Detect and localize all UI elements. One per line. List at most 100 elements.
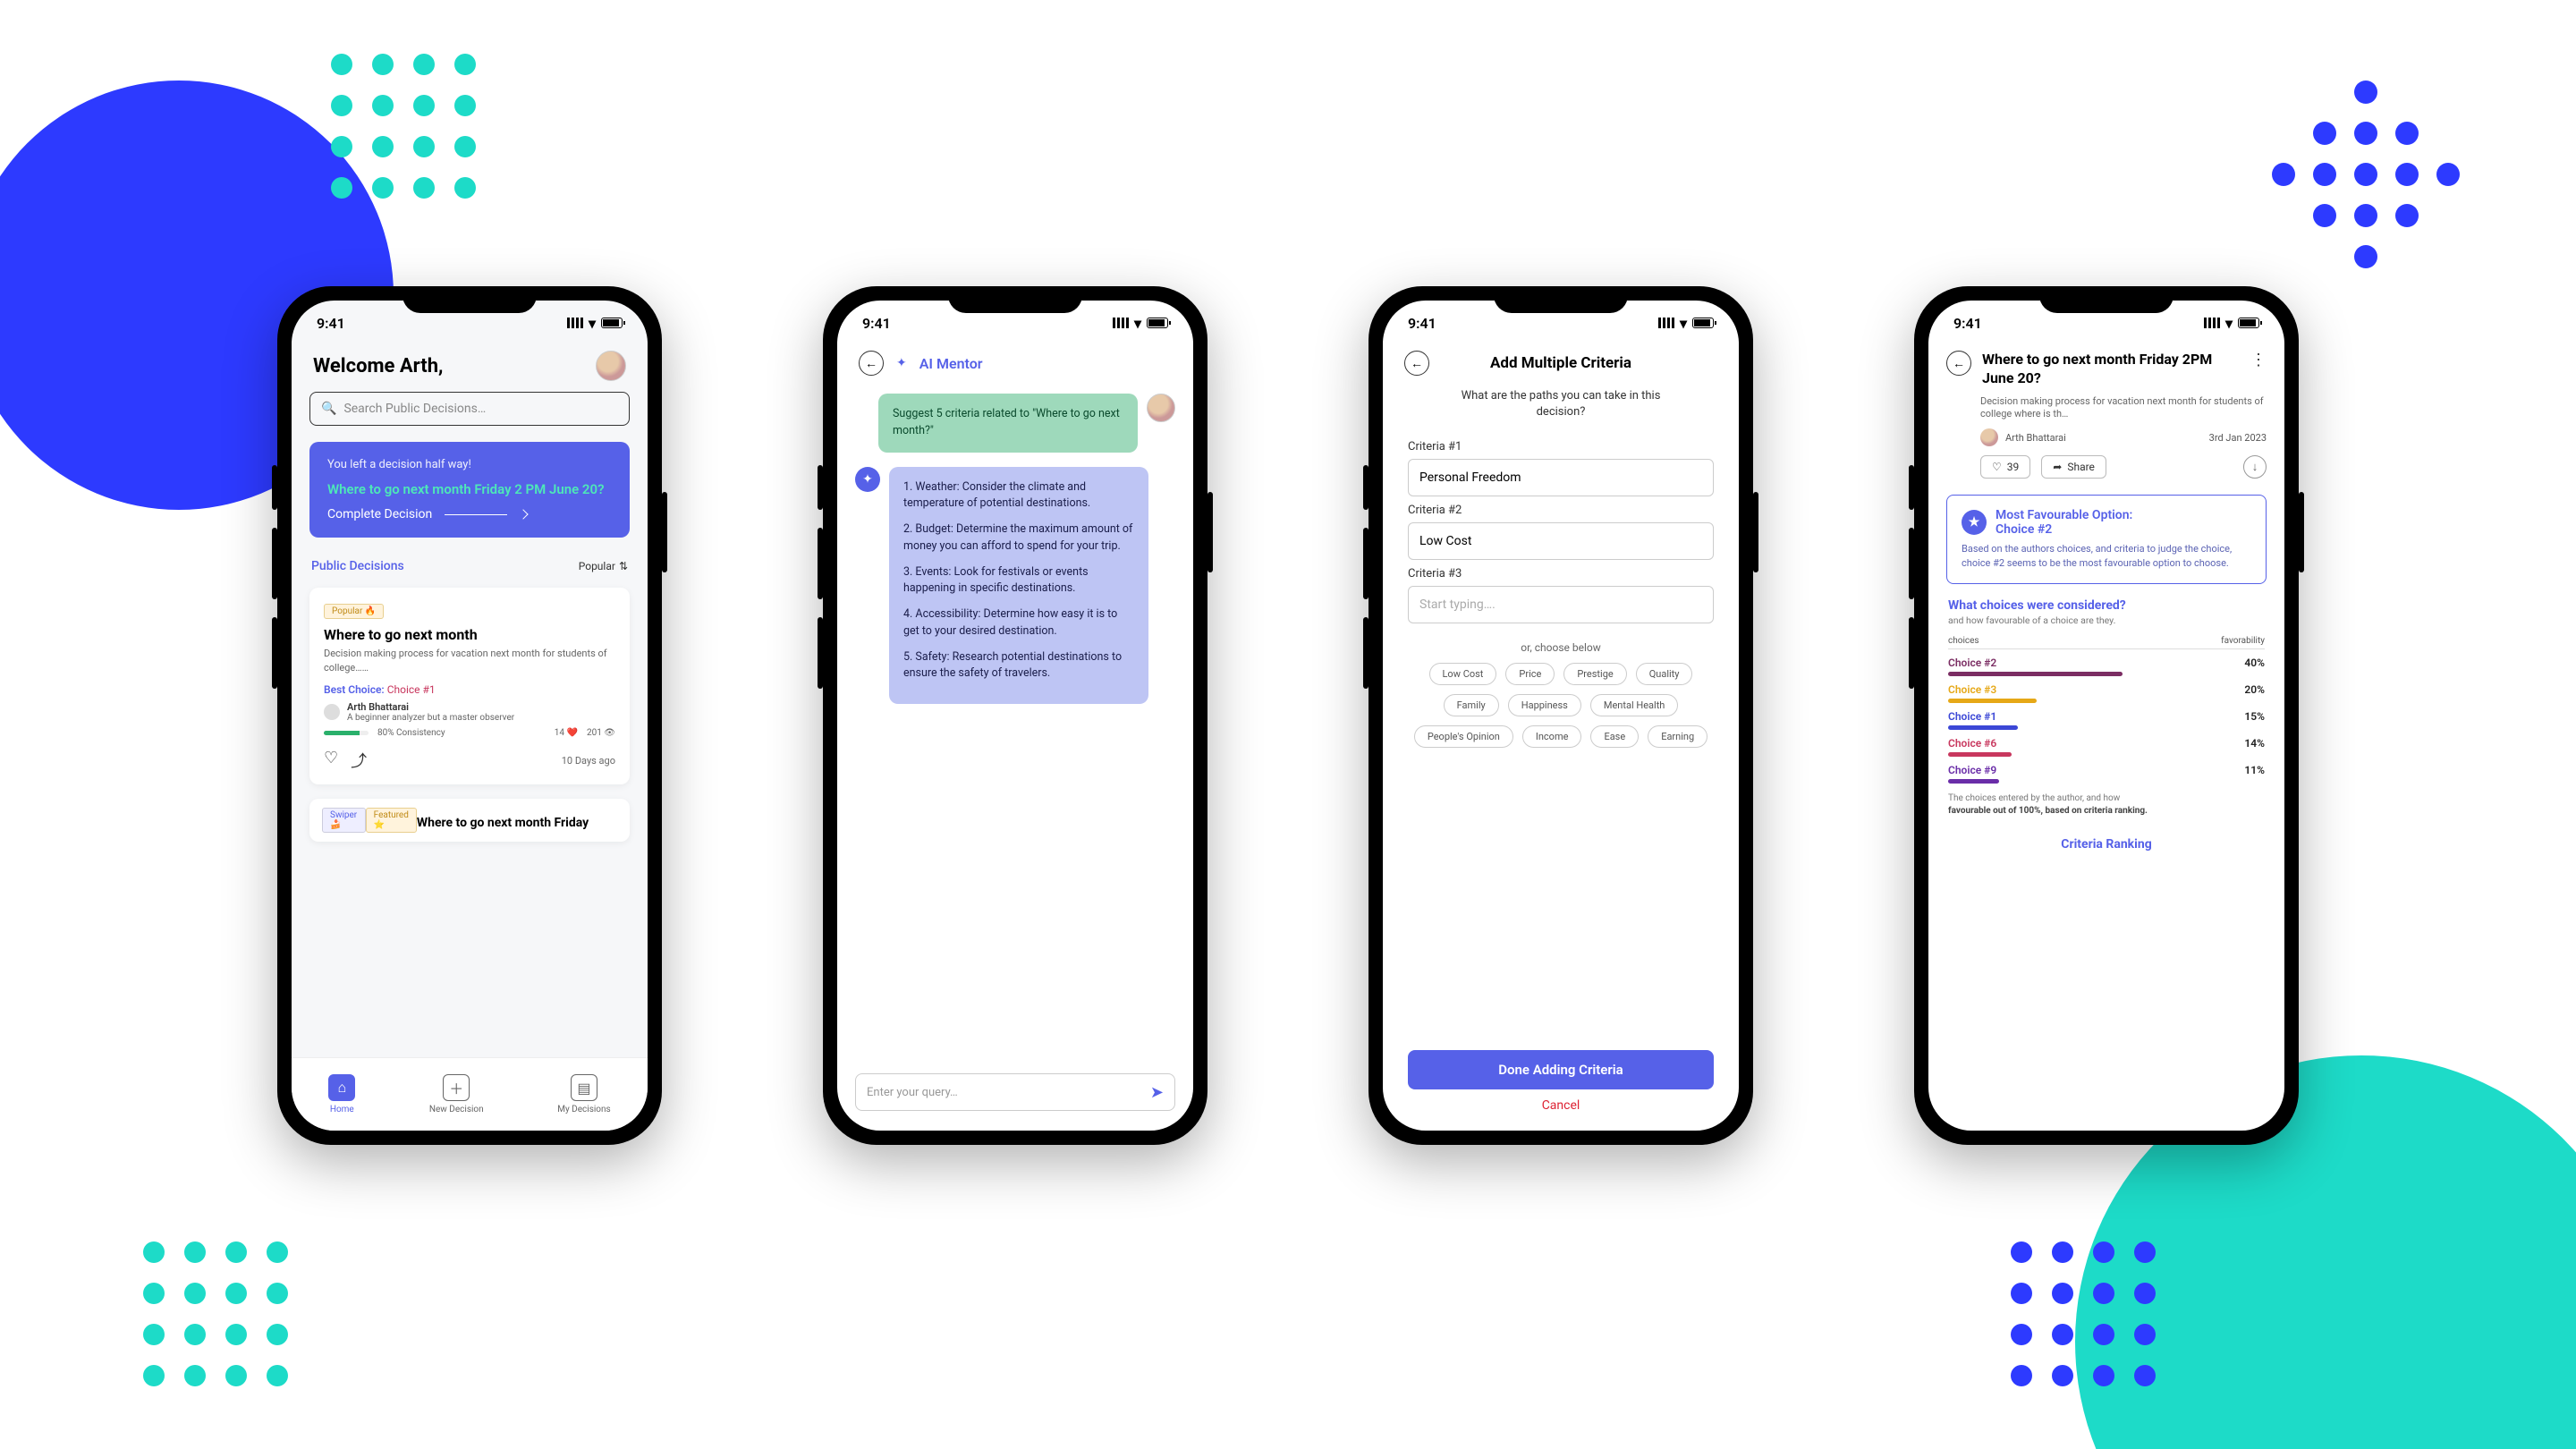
status-time: 9:41 xyxy=(1408,315,1436,332)
choice-name: Choice #1 xyxy=(1948,710,1996,723)
choices-subheading: and how favourable of a choice are they. xyxy=(1928,613,2284,633)
decision-title-2: Where to go next month Friday xyxy=(417,816,617,830)
chip[interactable]: Happiness xyxy=(1508,694,1581,716)
suggestion-chips: Low Cost Price Prestige Quality Family H… xyxy=(1383,663,1739,748)
heart-icon: ♡ xyxy=(1992,461,2002,473)
fav-text: Based on the authors choices, and criter… xyxy=(1962,542,2251,571)
chip[interactable]: Income xyxy=(1522,725,1582,748)
download-button[interactable]: ↓ xyxy=(2243,455,2267,479)
best-choice: Best Choice: Choice #1 xyxy=(324,683,615,696)
page-title: Add Multiple Criteria xyxy=(1490,354,1631,372)
phone-home: 9:41 ▾ Welcome Arth, 🔍 Search Public Dec… xyxy=(277,286,662,1145)
star-icon: ★ xyxy=(1962,510,1987,535)
send-icon[interactable]: ➤ xyxy=(1150,1083,1164,1102)
avatar[interactable] xyxy=(596,351,626,381)
phone-add-criteria: 9:41 ▾ ← Add Multiple Criteria What are … xyxy=(1368,286,1753,1145)
choice-name: Choice #3 xyxy=(1948,683,1996,696)
download-icon: ↓ xyxy=(2252,460,2258,474)
signal-icon xyxy=(567,318,583,328)
search-input[interactable]: 🔍 Search Public Decisions… xyxy=(309,392,630,426)
signal-icon xyxy=(2204,318,2220,328)
decision-card-2[interactable]: Swiper 🍰 Featured ⭐ Where to go next mon… xyxy=(309,799,630,842)
sparkle-icon: ✦ xyxy=(896,356,907,370)
criteria-input-3[interactable]: Start typing…. xyxy=(1408,586,1714,623)
footnote: The choices entered by the author, and h… xyxy=(1928,784,2284,826)
wifi-icon: ▾ xyxy=(2225,315,2233,332)
status-bar: 9:41 ▾ xyxy=(1928,301,2284,345)
tab-home[interactable]: ⌂Home xyxy=(328,1074,355,1114)
choice-name: Choice #9 xyxy=(1948,764,1996,776)
badge-featured: Featured ⭐ xyxy=(366,808,417,833)
draft-decision-card[interactable]: You left a decision half way! Where to g… xyxy=(309,442,630,538)
criteria-label-2: Criteria #2 xyxy=(1408,504,1714,517)
draft-subtitle: You left a decision half way! xyxy=(327,458,612,471)
sort-button[interactable]: Popular⇅ xyxy=(579,560,628,572)
author-name: Arth Bhattarai xyxy=(347,701,514,713)
done-button[interactable]: Done Adding Criteria xyxy=(1408,1050,1714,1089)
chip[interactable]: Low Cost xyxy=(1429,663,1497,685)
section-public-decisions: Public Decisions xyxy=(311,559,404,573)
share-button[interactable]: ➦Share xyxy=(2041,455,2106,479)
arrow-left-icon: ← xyxy=(865,356,877,371)
chip[interactable]: Price xyxy=(1505,663,1555,685)
decision-title: Where to go next month xyxy=(324,626,615,643)
criteria-input-1[interactable]: Personal Freedom xyxy=(1408,459,1714,496)
status-bar: 9:41 ▾ xyxy=(837,301,1193,345)
chip[interactable]: People's Opinion xyxy=(1414,725,1513,748)
choice-bar xyxy=(1948,672,2123,676)
phone-ai-mentor: 9:41 ▾ ← ✦ AI Mentor Suggest 5 criteria … xyxy=(823,286,1208,1145)
draft-cta[interactable]: Complete Decision xyxy=(327,507,612,521)
chat-input[interactable]: Enter your query… ➤ xyxy=(855,1073,1175,1111)
choice-pct: 15% xyxy=(2244,710,2265,723)
tab-my-decisions[interactable]: ▤My Decisions xyxy=(557,1074,610,1114)
arrow-left-icon: ← xyxy=(1411,356,1423,371)
share-icon: ➦ xyxy=(2053,461,2062,473)
chip[interactable]: Mental Health xyxy=(1590,694,1679,716)
battery-icon xyxy=(2238,318,2259,328)
back-button[interactable]: ← xyxy=(1404,351,1429,376)
wifi-icon: ▾ xyxy=(589,315,596,332)
ai-avatar: ✦ xyxy=(855,467,880,492)
criteria-ranking-heading: Criteria Ranking xyxy=(1928,826,2284,852)
chip[interactable]: Family xyxy=(1444,694,1499,716)
author-avatar xyxy=(324,704,340,720)
battery-icon xyxy=(1147,318,1168,328)
like-button[interactable]: ♡39 xyxy=(1980,455,2030,479)
ai-item: 2. Budget: Determine the maximum amount … xyxy=(903,521,1134,555)
back-button[interactable]: ← xyxy=(859,351,884,376)
chip[interactable]: Prestige xyxy=(1563,663,1626,685)
chat-placeholder: Enter your query… xyxy=(867,1086,958,1099)
choices-table: choicesfavorability Choice #240%Choice #… xyxy=(1928,633,2284,784)
fav-choice: Choice #2 xyxy=(1996,522,2132,537)
chip[interactable]: Ease xyxy=(1590,725,1639,748)
ai-item: 1. Weather: Consider the climate and tem… xyxy=(903,479,1134,513)
cancel-button[interactable]: Cancel xyxy=(1383,1098,1739,1113)
phone-decision-detail: 9:41 ▾ ← Where to go next month Friday 2… xyxy=(1914,286,2299,1145)
status-time: 9:41 xyxy=(317,315,345,332)
decision-card[interactable]: Popular 🔥 Where to go next month Decisio… xyxy=(309,588,630,784)
page-title: Where to go next month Friday 2PM June 2… xyxy=(1982,351,2240,388)
chip[interactable]: Earning xyxy=(1648,725,1707,748)
sort-icon: ⇅ xyxy=(619,560,628,572)
badge-popular: Popular 🔥 xyxy=(324,604,384,619)
choice-bar xyxy=(1948,725,2018,730)
home-icon: ⌂ xyxy=(328,1074,355,1101)
wifi-icon: ▾ xyxy=(1680,315,1687,332)
battery-icon xyxy=(601,318,623,328)
tab-new-decision[interactable]: ＋New Decision xyxy=(429,1074,484,1114)
consistency-label: 80% Consistency xyxy=(377,728,445,738)
chip[interactable]: Quality xyxy=(1636,663,1693,685)
search-icon: 🔍 xyxy=(321,402,336,416)
heart-icon[interactable]: ♡ xyxy=(324,749,338,772)
criteria-input-2[interactable]: Low Cost xyxy=(1408,522,1714,560)
page-subtitle: What are the paths you can take in this … xyxy=(1383,383,1739,433)
author-avatar xyxy=(1980,428,1998,446)
more-icon[interactable]: ⋮ xyxy=(2250,351,2267,369)
choice-bar xyxy=(1948,752,2012,757)
bg-dots-blue-br xyxy=(2011,1241,2156,1386)
likes-count: 14 ❤️ xyxy=(555,728,578,738)
back-button[interactable]: ← xyxy=(1946,351,1971,376)
criteria-label-3: Criteria #3 xyxy=(1408,567,1714,580)
share-icon[interactable]: ⤴ xyxy=(351,749,367,772)
time-ago: 10 Days ago xyxy=(562,755,615,767)
